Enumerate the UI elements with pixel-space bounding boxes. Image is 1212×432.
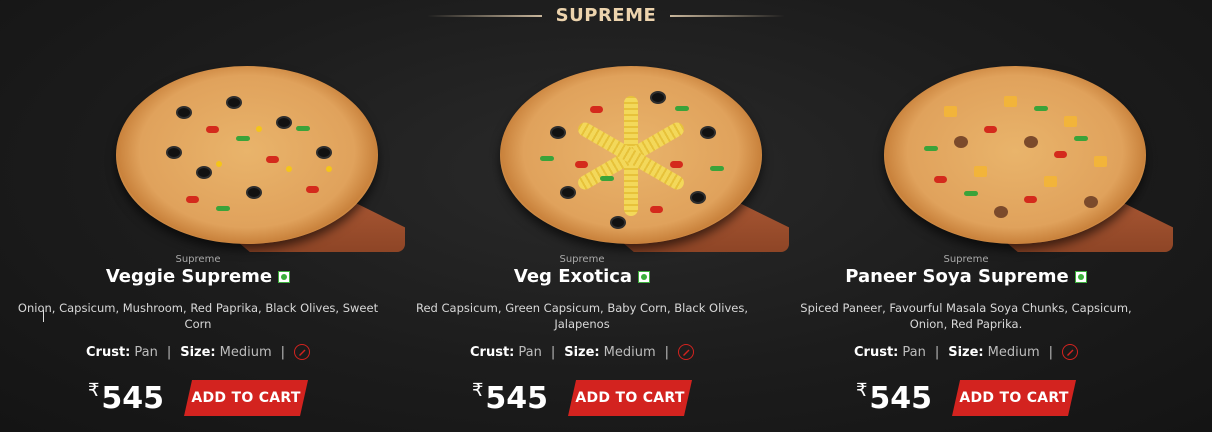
product-description: Onion, Capsicum, Mushroom, Red Paprika, … [17, 301, 379, 331]
add-to-cart-button[interactable]: ADD TO CART [184, 380, 308, 416]
product-name-row: Veg Exotica [390, 266, 774, 287]
product-category: Supreme [943, 254, 989, 265]
size-value: Medium [219, 344, 272, 360]
options-divider: | [1048, 344, 1053, 360]
currency-symbol: ₹ [87, 379, 100, 400]
product-name-row: Paneer Soya Supreme [774, 266, 1158, 287]
size-value: Medium [603, 344, 656, 360]
product-name: Veggie Supreme [105, 266, 273, 287]
section-header: SUPREME [0, 0, 1212, 32]
header-divider-left [426, 15, 542, 17]
crust-label: Crust: [854, 344, 899, 360]
veg-indicator-icon [278, 270, 291, 283]
product-name-row: Veggie Supreme [6, 266, 390, 287]
header-divider-right [670, 15, 786, 17]
section-title: SUPREME [555, 5, 657, 26]
currency-symbol: ₹ [855, 379, 868, 400]
options-divider: | [280, 344, 285, 360]
text-cursor-icon [43, 310, 50, 322]
veg-indicator-icon [1074, 270, 1087, 283]
product-options: Crust: Pan | Size: Medium | [390, 344, 774, 360]
crust-label: Crust: [86, 344, 131, 360]
product-description: Spiced Paneer, Favourful Masala Soya Chu… [800, 301, 1132, 331]
product-name: Veg Exotica [513, 266, 633, 287]
price-row: ₹ 545 ADD TO CART [390, 380, 774, 416]
price-row: ₹ 545 ADD TO CART [774, 380, 1158, 416]
options-divider: | [934, 344, 940, 360]
pizza-image[interactable] [884, 66, 1146, 244]
add-to-cart-button[interactable]: ADD TO CART [568, 380, 692, 416]
size-label: Size: [180, 344, 216, 360]
customize-pencil-icon[interactable] [1062, 344, 1078, 360]
product-card-paneer-soya-supreme: Supreme Paneer Soya Supreme Spiced Panee… [774, 42, 1173, 432]
product-price: 545 [485, 380, 549, 416]
product-name: Paneer Soya Supreme [845, 266, 1069, 287]
product-options: Crust: Pan | Size: Medium | [6, 344, 390, 360]
product-category: Supreme [559, 254, 605, 265]
product-card-veg-exotica: Supreme Veg Exotica Red Capsicum, Green … [390, 42, 789, 432]
currency-symbol: ₹ [471, 379, 484, 400]
crust-label: Crust: [470, 344, 515, 360]
product-category: Supreme [175, 254, 221, 265]
product-price: 545 [101, 380, 165, 416]
crust-value: Pan [518, 344, 542, 360]
options-divider: | [664, 344, 669, 360]
pizza-image[interactable] [500, 66, 762, 244]
customize-pencil-icon[interactable] [678, 344, 694, 360]
options-divider: | [166, 344, 172, 360]
crust-value: Pan [134, 344, 158, 360]
size-label: Size: [948, 344, 984, 360]
options-divider: | [550, 344, 556, 360]
crust-value: Pan [902, 344, 926, 360]
customize-pencil-icon[interactable] [294, 344, 310, 360]
size-value: Medium [987, 344, 1040, 360]
product-options: Crust: Pan | Size: Medium | [774, 344, 1158, 360]
price-row: ₹ 545 ADD TO CART [6, 380, 390, 416]
size-label: Size: [564, 344, 600, 360]
pizza-image[interactable] [116, 66, 378, 244]
product-description: Red Capsicum, Green Capsicum, Baby Corn,… [416, 301, 748, 331]
veg-indicator-icon [638, 270, 651, 283]
product-card-veggie-supreme: Supreme Veggie Supreme Onion, Capsicum, … [6, 42, 405, 432]
add-to-cart-button[interactable]: ADD TO CART [952, 380, 1076, 416]
product-price: 545 [869, 380, 933, 416]
